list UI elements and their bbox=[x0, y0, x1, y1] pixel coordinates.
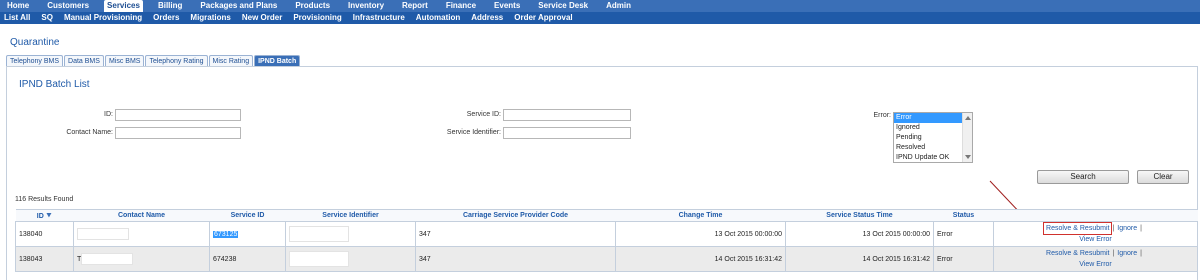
cell-service-id: 674238 bbox=[209, 246, 286, 272]
subnav-new-order[interactable]: New Order bbox=[242, 12, 282, 24]
resolve-resubmit-link[interactable]: Resolve & Resubmit bbox=[1043, 222, 1113, 235]
col-change-time[interactable]: Change Time bbox=[615, 209, 786, 222]
subnav-orders[interactable]: Orders bbox=[153, 12, 179, 24]
nav-packages-and-plans[interactable]: Packages and Plans bbox=[197, 0, 280, 12]
table-row: 138040 673125 347 13 Oct 2015 00:00:00 1… bbox=[15, 221, 1198, 247]
subnav-automation[interactable]: Automation bbox=[416, 12, 460, 24]
nav-services[interactable]: Services bbox=[104, 0, 143, 12]
col-id-label: ID bbox=[36, 212, 44, 220]
tab-telephony-bms[interactable]: Telephony BMS bbox=[6, 55, 64, 66]
top-nav: Home Customers Services Billing Packages… bbox=[0, 0, 1200, 12]
tab-misc-bms[interactable]: Misc BMS bbox=[104, 55, 145, 66]
nav-finance[interactable]: Finance bbox=[443, 0, 479, 12]
subnav-infrastructure[interactable]: Infrastructure bbox=[353, 12, 405, 24]
separator: | bbox=[1112, 225, 1115, 232]
col-contact-name[interactable]: Contact Name bbox=[73, 209, 210, 222]
resolve-resubmit-link[interactable]: Resolve & Resubmit bbox=[1046, 250, 1109, 257]
col-status[interactable]: Status bbox=[933, 209, 994, 222]
tab-telephony-rating[interactable]: Telephony Rating bbox=[145, 55, 208, 66]
col-service-identifier[interactable]: Service Identifier bbox=[285, 209, 416, 222]
subnav-address[interactable]: Address bbox=[471, 12, 503, 24]
redacted-block bbox=[77, 228, 129, 240]
cell-service-status-time: 13 Oct 2015 00:00:00 bbox=[785, 221, 934, 247]
separator: | bbox=[1112, 250, 1115, 257]
ignore-link[interactable]: Ignore bbox=[1117, 250, 1137, 257]
cell-service-id: 673125 bbox=[209, 221, 286, 247]
cell-contact-name: T bbox=[73, 246, 210, 272]
col-actions bbox=[993, 209, 1198, 222]
cell-id: 138043 bbox=[15, 246, 74, 272]
nav-billing[interactable]: Billing bbox=[155, 0, 185, 12]
redacted-block bbox=[289, 226, 349, 242]
nav-events[interactable]: Events bbox=[491, 0, 523, 12]
view-error-link[interactable]: View Error bbox=[1079, 236, 1112, 243]
nav-customers[interactable]: Customers bbox=[44, 0, 92, 12]
cell-status: Error bbox=[933, 221, 994, 247]
cell-service-identifier bbox=[285, 221, 416, 247]
cell-change-time: 14 Oct 2015 16:31:42 bbox=[615, 246, 786, 272]
nav-admin[interactable]: Admin bbox=[603, 0, 634, 12]
cell-service-identifier bbox=[285, 246, 416, 272]
nav-products[interactable]: Products bbox=[292, 0, 333, 12]
cell-contact-name bbox=[73, 221, 210, 247]
subnav-order-approval[interactable]: Order Approval bbox=[514, 12, 572, 24]
redacted-block bbox=[81, 253, 134, 265]
nav-report[interactable]: Report bbox=[399, 0, 431, 12]
cell-id: 138040 bbox=[15, 221, 74, 247]
tab-ipnd-batch[interactable]: IPND Batch bbox=[254, 55, 301, 66]
subnav-manual-provisioning[interactable]: Manual Provisioning bbox=[64, 12, 142, 24]
subnav-provisioning[interactable]: Provisioning bbox=[293, 12, 341, 24]
col-csp-code[interactable]: Carriage Service Provider Code bbox=[415, 209, 616, 222]
cell-csp-code: 347 bbox=[415, 246, 616, 272]
table-header-row: ID ⯆ Contact Name Service ID Service Iden… bbox=[15, 209, 1198, 222]
nav-home[interactable]: Home bbox=[4, 0, 32, 12]
ipnd-batch-panel: IPND Batch List ID: Contact Name: Servic… bbox=[6, 66, 1198, 280]
redacted-block bbox=[289, 251, 349, 267]
table-row: 138043 T 674238 347 14 Oct 2015 16:31:42… bbox=[15, 246, 1198, 272]
page-title: Quarantine bbox=[10, 37, 60, 48]
subnav-migrations[interactable]: Migrations bbox=[190, 12, 230, 24]
cell-actions: Resolve & Resubmit | Ignore | View Error bbox=[993, 246, 1198, 272]
cell-actions: Resolve & Resubmit | Ignore | View Error bbox=[993, 221, 1198, 247]
cell-service-status-time: 14 Oct 2015 16:31:42 bbox=[785, 246, 934, 272]
tab-misc-rating[interactable]: Misc Rating bbox=[208, 55, 254, 66]
subnav-sq[interactable]: SQ bbox=[41, 12, 53, 24]
nav-inventory[interactable]: Inventory bbox=[345, 0, 387, 12]
view-error-link[interactable]: View Error bbox=[1079, 261, 1112, 268]
separator: | bbox=[1140, 225, 1142, 232]
cell-change-time: 13 Oct 2015 00:00:00 bbox=[615, 221, 786, 247]
ipnd-batch-table: ID ⯆ Contact Name Service ID Service Iden… bbox=[15, 209, 1198, 272]
subnav-list-all[interactable]: List All bbox=[4, 12, 30, 24]
separator: | bbox=[1140, 250, 1142, 257]
ignore-link[interactable]: Ignore bbox=[1117, 225, 1137, 232]
col-id[interactable]: ID ⯆ bbox=[15, 209, 74, 222]
service-id-selected-text: 673125 bbox=[213, 230, 239, 238]
quarantine-tabs: Telephony BMS Data BMS Misc BMS Telephon… bbox=[6, 55, 301, 66]
cell-status: Error bbox=[933, 246, 994, 272]
sub-nav: List All SQ Manual Provisioning Orders M… bbox=[0, 12, 1200, 24]
col-service-id[interactable]: Service ID bbox=[209, 209, 286, 222]
sort-desc-icon[interactable]: ⯆ bbox=[46, 211, 52, 220]
cell-csp-code: 347 bbox=[415, 221, 616, 247]
nav-service-desk[interactable]: Service Desk bbox=[535, 0, 591, 12]
tab-data-bms[interactable]: Data BMS bbox=[64, 55, 104, 66]
col-service-status-time[interactable]: Service Status Time bbox=[785, 209, 934, 222]
